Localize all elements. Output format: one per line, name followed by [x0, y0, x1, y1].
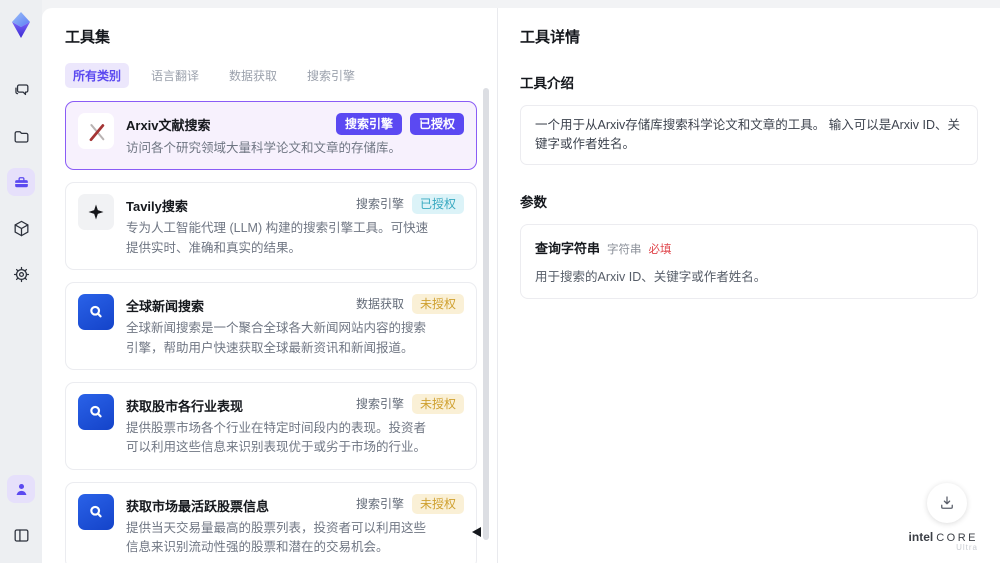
intel-core-logo: intel CORE Ultra [908, 530, 978, 553]
tool-list-panel: 工具集 所有类别 语言翻译 数据获取 搜索引擎 Arxiv文献搜索 搜索引擎 已… [42, 8, 497, 563]
intro-heading: 工具介绍 [520, 76, 574, 91]
download-button[interactable] [927, 483, 967, 523]
blue-search-icon [78, 294, 114, 331]
tool-card-tavily[interactable]: Tavily搜索 搜索引擎 已授权 专为人工智能代理 (LLM) 构建的搜索引擎… [65, 182, 477, 271]
detail-title: 工具详情 [520, 29, 581, 46]
tool-name: 全球新闻搜索 [126, 299, 205, 315]
tool-detail-panel: 工具详情 工具介绍 一个用于从Arxiv存储库搜索科学论文和文章的工具。 输入可… [498, 8, 1000, 563]
left-sidebar [0, 0, 42, 563]
tool-name: Tavily搜索 [126, 199, 188, 215]
core-wordmark: CORE [936, 532, 978, 545]
tool-intro-text: 一个用于从Arxiv存储库搜索科学论文和文章的工具。 输入可以是Arxiv ID… [520, 105, 978, 165]
auth-badge: 未授权 [411, 493, 464, 514]
param-type: 字符串 [607, 243, 642, 256]
chat-icon[interactable] [7, 76, 35, 104]
gear-icon[interactable] [7, 260, 35, 288]
page-title: 工具集 [65, 29, 111, 46]
tool-card-most-active-stocks[interactable]: 获取市场最活跃股票信息 搜索引擎 未授权 提供当天交易量最高的股票列表，投资者可… [65, 481, 477, 563]
main-area: 工具集 所有类别 语言翻译 数据获取 搜索引擎 Arxiv文献搜索 搜索引擎 已… [42, 0, 1000, 563]
cube-icon[interactable] [7, 214, 35, 242]
app-window: 工具集 所有类别 语言翻译 数据获取 搜索引擎 Arxiv文献搜索 搜索引擎 已… [0, 0, 1000, 563]
panel-toggle-icon[interactable] [7, 521, 35, 549]
tool-name: 获取市场最活跃股票信息 [126, 498, 270, 514]
folder-icon[interactable] [7, 122, 35, 150]
tool-description: 访问各个研究领域大量科学论文和文章的存储库。 [126, 141, 402, 155]
user-icon[interactable] [7, 475, 35, 503]
list-scrollbar[interactable] [483, 88, 489, 540]
sparkle-star-icon [78, 194, 114, 231]
tool-name: Arxiv文献搜索 [126, 118, 211, 133]
download-icon [941, 496, 953, 509]
brand-sub-label: Ultra [956, 543, 978, 553]
blue-search-icon [78, 393, 114, 430]
tool-description: 专为人工智能代理 (LLM) 构建的搜索引擎工具。可快速提供实时、准确和真实的结… [126, 221, 429, 255]
category-badge: 数据获取 [355, 297, 404, 312]
tool-description: 提供股票市场各个行业在特定时间段内的表现。投资者可以利用这些信息来识别表现优于或… [126, 420, 427, 455]
tab-search-engine[interactable]: 搜索引擎 [299, 63, 363, 88]
mouse-cursor [472, 527, 481, 537]
params-heading: 参数 [520, 194, 547, 210]
category-tabs: 所有类别 语言翻译 数据获取 搜索引擎 [65, 63, 489, 88]
category-badge: 搜索引擎 [335, 113, 402, 135]
intel-wordmark: intel [908, 530, 934, 545]
param-required-badge: 必填 [648, 243, 672, 256]
category-badge: 搜索引擎 [355, 396, 404, 411]
auth-badge: 已授权 [411, 194, 464, 215]
tool-name: 获取股市各行业表现 [126, 398, 244, 414]
param-name: 查询字符串 [535, 240, 601, 256]
tab-language-translation[interactable]: 语言翻译 [143, 63, 207, 88]
auth-badge: 未授权 [411, 393, 464, 414]
app-logo-icon[interactable] [6, 10, 36, 40]
blue-search-icon [78, 493, 114, 530]
toolbox-icon[interactable] [7, 168, 35, 196]
tool-description: 提供当天交易量最高的股票列表，投资者可以利用这些信息来识别流动性强的股票和潜在的… [126, 520, 427, 554]
tool-card-sector-performance[interactable]: 获取股市各行业表现 搜索引擎 未授权 提供股票市场各个行业在特定时间段内的表现。… [65, 381, 477, 470]
parameter-card: 查询字符串 字符串 必填 用于搜索的Arxiv ID、关键字或作者姓名。 [520, 223, 978, 299]
param-description: 用于搜索的Arxiv ID、关键字或作者姓名。 [535, 269, 767, 284]
tab-data-acquisition[interactable]: 数据获取 [221, 63, 285, 88]
tool-card-global-news[interactable]: 全球新闻搜索 数据获取 未授权 全球新闻搜索是一个聚合全球各大新闻网站内容的搜索… [65, 282, 477, 370]
tool-description: 全球新闻搜索是一个聚合全球各大新闻网站内容的搜索引擎，帮助用户快速获取全球最新资… [126, 321, 427, 355]
auth-badge: 未授权 [411, 294, 464, 315]
category-badge: 搜索引擎 [355, 197, 404, 212]
tool-list: Arxiv文献搜索 搜索引擎 已授权 访问各个研究领域大量科学论文和文章的存储库… [65, 101, 477, 563]
tool-card-arxiv[interactable]: Arxiv文献搜索 搜索引擎 已授权 访问各个研究领域大量科学论文和文章的存储库… [65, 101, 477, 171]
category-badge: 搜索引擎 [355, 496, 404, 511]
arxiv-logo-icon [78, 113, 114, 149]
tab-all-categories[interactable]: 所有类别 [65, 63, 130, 88]
auth-badge: 已授权 [409, 113, 464, 135]
